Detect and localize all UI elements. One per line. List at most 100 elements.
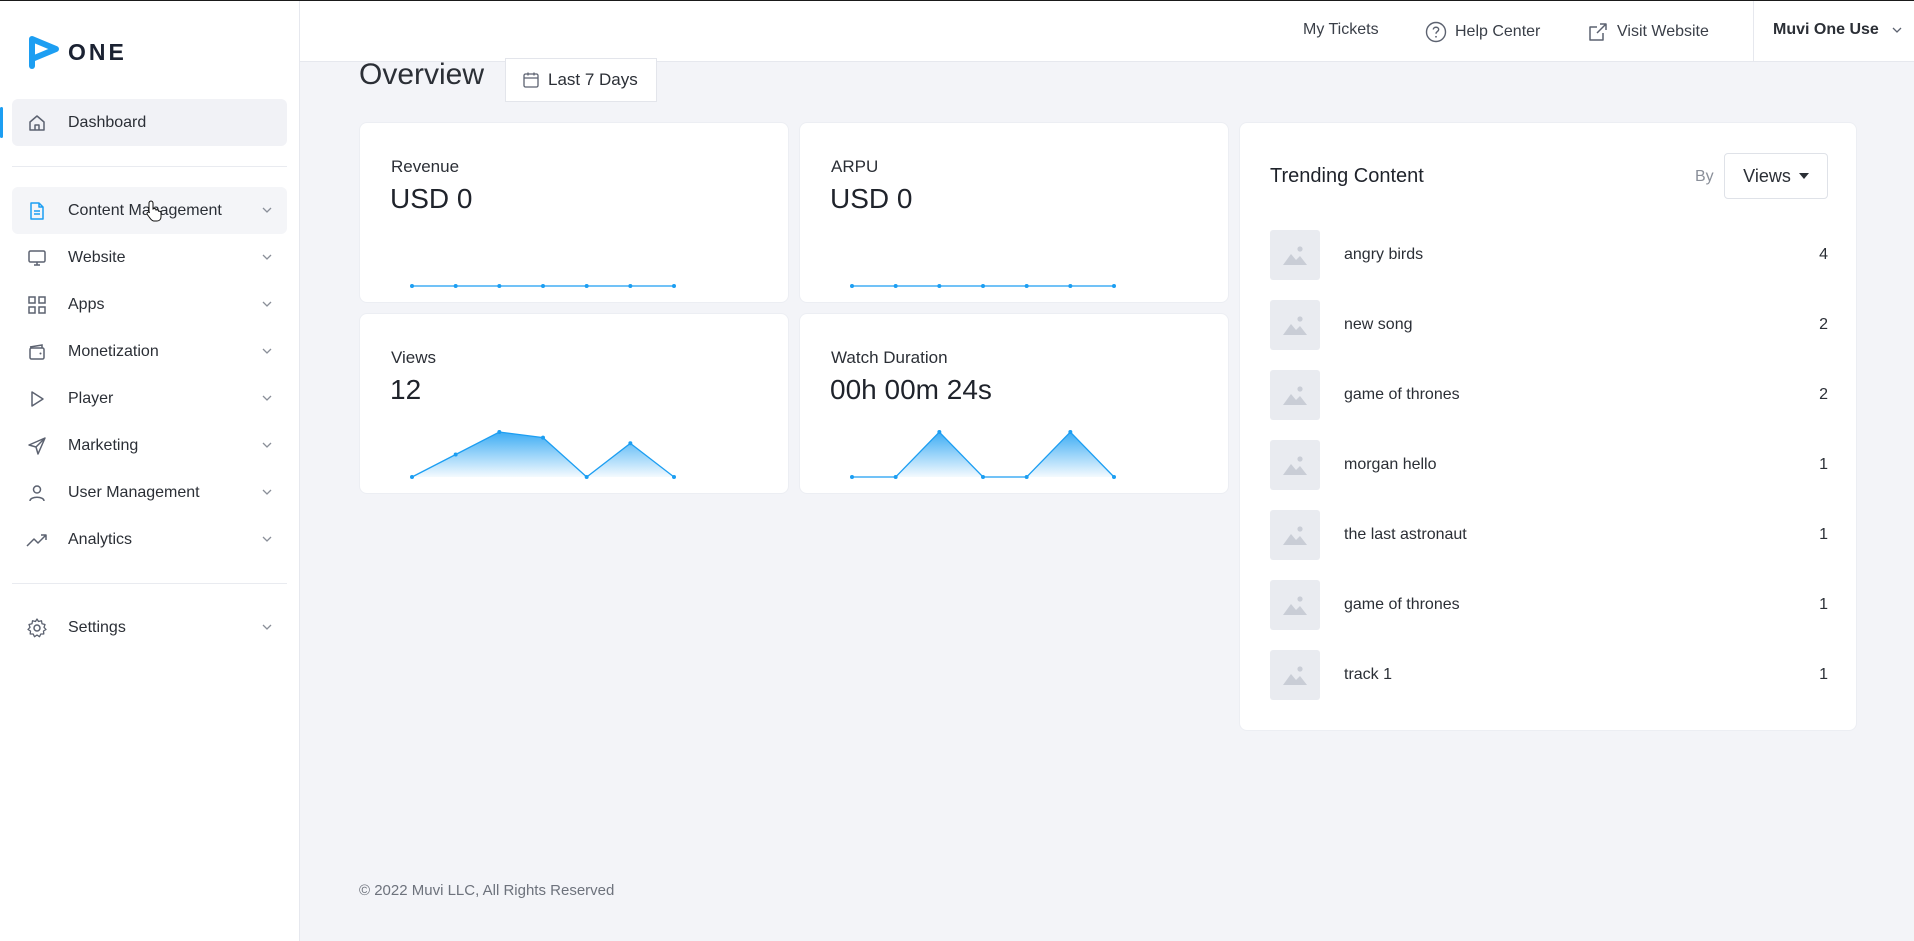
- logo-text: ONE: [68, 38, 127, 65]
- sidebar-item-monetization[interactable]: Monetization: [12, 328, 287, 375]
- list-item[interactable]: new song 2: [1270, 290, 1830, 360]
- sidebar-item-label: Settings: [68, 618, 126, 636]
- help-circle-icon: [1425, 21, 1447, 43]
- list-item[interactable]: track 1 1: [1270, 640, 1830, 710]
- watch-duration-card: Watch Duration 00h 00m 24s: [799, 313, 1229, 494]
- help-center-label: Help Center: [1455, 23, 1541, 40]
- content-count: 1: [1819, 596, 1828, 613]
- sidebar-divider: [12, 166, 287, 167]
- data-point: [981, 284, 985, 288]
- data-point: [410, 475, 414, 479]
- image-placeholder-icon: [1270, 510, 1320, 560]
- data-point: [541, 284, 545, 288]
- home-icon: [26, 112, 48, 134]
- chevron-down-icon: [1892, 27, 1902, 33]
- card-value: 00h 00m 24s: [830, 374, 992, 405]
- chevron-down-icon[interactable]: [261, 345, 273, 357]
- sidebar-item-apps[interactable]: Apps: [12, 281, 287, 328]
- card-value: USD 0: [390, 183, 473, 214]
- data-point: [1112, 284, 1116, 288]
- sidebar-item-label: Website: [68, 248, 126, 266]
- sidebar-item-marketing[interactable]: Marketing: [12, 422, 287, 469]
- user-menu[interactable]: Muvi One Use: [1773, 21, 1903, 39]
- image-placeholder-icon: [1270, 650, 1320, 700]
- image-placeholder-icon: [1270, 440, 1320, 490]
- data-point: [1068, 284, 1073, 288]
- sidebar-nav: Dashboard Content Management Website App…: [0, 99, 287, 651]
- sidebar-item-analytics[interactable]: Analytics: [12, 516, 287, 563]
- card-label: Watch Duration: [831, 348, 948, 367]
- image-placeholder-icon: [1270, 300, 1320, 350]
- chevron-down-icon[interactable]: [261, 486, 273, 498]
- list-item[interactable]: game of thrones 1: [1270, 570, 1830, 640]
- series-area: [852, 432, 1114, 477]
- content-count: 4: [1819, 246, 1828, 263]
- chevron-down-icon[interactable]: [261, 439, 273, 451]
- chevron-down-icon[interactable]: [261, 533, 273, 545]
- chevron-down-icon[interactable]: [261, 251, 273, 263]
- card-value: USD 0: [830, 183, 913, 214]
- sidebar-item-label: Player: [68, 389, 114, 407]
- content-name[interactable]: the last astronaut: [1344, 526, 1467, 544]
- user-menu-label: Muvi One Use: [1773, 21, 1879, 38]
- sort-dropdown-value: Views: [1743, 165, 1791, 186]
- data-point: [628, 441, 633, 446]
- content-count: 1: [1819, 526, 1828, 543]
- grid-icon: [26, 294, 48, 316]
- content-count: 2: [1819, 386, 1828, 403]
- sidebar-item-player[interactable]: Player: [12, 375, 287, 422]
- content-name[interactable]: game of thrones: [1344, 596, 1460, 614]
- chevron-down-icon[interactable]: [261, 621, 273, 633]
- content-name[interactable]: game of thrones: [1344, 386, 1460, 404]
- content-name[interactable]: new song: [1344, 316, 1413, 334]
- image-placeholder-icon: [1270, 580, 1320, 630]
- sidebar-item-user-management[interactable]: User Management: [12, 469, 287, 516]
- sidebar-item-label: Content Management: [68, 201, 222, 219]
- data-point: [893, 284, 898, 288]
- list-item[interactable]: game of thrones 2: [1270, 360, 1830, 430]
- footer-copyright: © 2022 Muvi LLC, All Rights Reserved: [359, 882, 615, 899]
- list-item[interactable]: morgan hello 1: [1270, 430, 1830, 500]
- data-point: [1068, 430, 1073, 434]
- data-point: [541, 435, 545, 440]
- list-item[interactable]: the last astronaut 1: [1270, 500, 1830, 570]
- card-label: ARPU: [831, 157, 879, 176]
- data-point: [584, 284, 589, 288]
- date-range-button[interactable]: Last 7 Days: [505, 58, 657, 102]
- visit-website-link[interactable]: Visit Website: [1587, 21, 1709, 43]
- sidebar-item-settings[interactable]: Settings: [12, 604, 287, 651]
- arpu-card: ARPU USD 0: [799, 122, 1229, 303]
- trending-list: angry birds 4 new song 2 game of thrones…: [1270, 220, 1830, 710]
- chevron-down-icon[interactable]: [261, 298, 273, 310]
- list-item[interactable]: angry birds 4: [1270, 220, 1830, 290]
- data-point: [672, 475, 676, 479]
- data-point: [453, 284, 458, 288]
- help-center-link[interactable]: Help Center: [1425, 21, 1540, 43]
- sort-by-label: By: [1695, 168, 1714, 185]
- sidebar-item-website[interactable]: Website: [12, 234, 287, 281]
- content-name[interactable]: track 1: [1344, 666, 1392, 684]
- trending-title: Trending Content: [1270, 165, 1424, 187]
- content-count: 1: [1819, 456, 1828, 473]
- sidebar-item-label: Apps: [68, 295, 105, 313]
- chevron-down-icon[interactable]: [261, 204, 273, 216]
- top-header: My Tickets Help Center Visit Website Muv…: [300, 1, 1914, 62]
- chevron-down-icon[interactable]: [261, 392, 273, 404]
- sidebar: ONE Dashboard Content Management Website: [0, 1, 300, 941]
- my-tickets-link[interactable]: My Tickets: [1303, 21, 1379, 39]
- sort-dropdown[interactable]: Views: [1724, 153, 1828, 199]
- data-point: [1112, 475, 1116, 479]
- sidebar-item-label: Marketing: [68, 436, 139, 454]
- caret-down-icon: [1798, 173, 1809, 179]
- logo[interactable]: ONE: [28, 35, 127, 69]
- content-name[interactable]: morgan hello: [1344, 456, 1437, 474]
- data-point: [893, 475, 898, 479]
- calendar-icon: [523, 72, 539, 88]
- data-point: [672, 284, 676, 288]
- trend-icon: [26, 529, 48, 551]
- logo-mark-icon: [29, 36, 59, 69]
- content-name[interactable]: angry birds: [1344, 246, 1423, 264]
- data-point: [937, 430, 942, 434]
- sidebar-item-dashboard[interactable]: Dashboard: [0, 99, 287, 146]
- data-point: [1024, 475, 1029, 479]
